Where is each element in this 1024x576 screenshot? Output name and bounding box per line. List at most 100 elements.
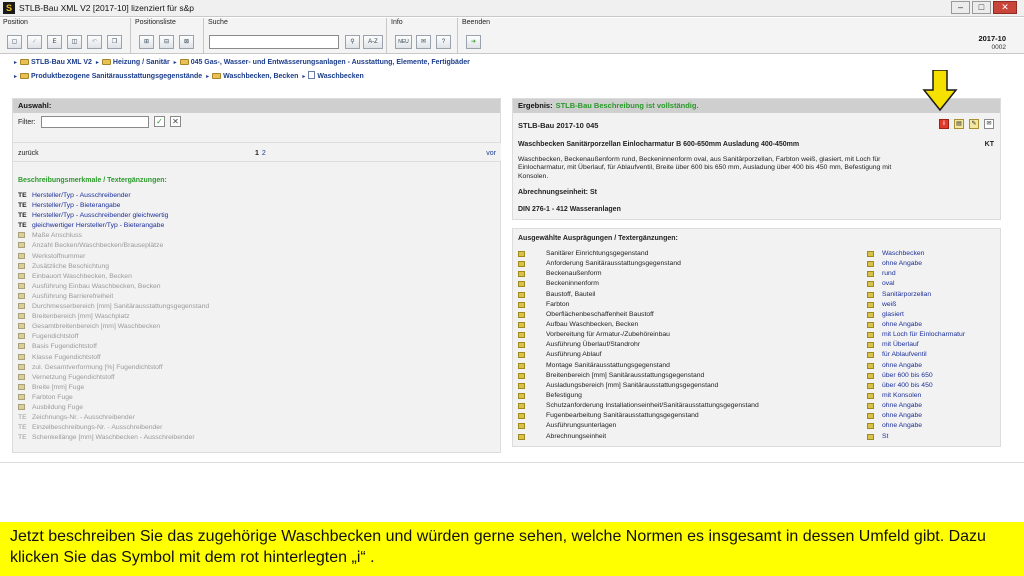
close-button[interactable]: ✕ (993, 1, 1017, 14)
edit-attribute-icon[interactable] (518, 251, 525, 257)
spec-value[interactable]: Sanitärporzellan (882, 290, 931, 300)
breadcrumb-item[interactable]: Waschbecken (317, 73, 363, 80)
spec-value[interactable]: mit Überlauf (882, 340, 919, 350)
edit-attribute-icon[interactable] (518, 271, 525, 278)
spec-value[interactable]: über 600 bis 650 (882, 371, 933, 381)
spec-value[interactable]: ohne Angabe (882, 411, 922, 421)
breadcrumb-item[interactable]: 045 Gas-, Wasser- und Entwässerungsanlag… (191, 59, 470, 66)
list-item[interactable]: Anzahl Becken/Waschbecken/Brauseplätze (18, 241, 498, 251)
edit-value-icon[interactable] (867, 392, 874, 399)
note-icon[interactable]: ▤ (954, 119, 964, 129)
edit-value-icon[interactable] (867, 413, 874, 420)
help-button[interactable]: ? (436, 35, 451, 49)
edit-attribute-icon[interactable] (518, 352, 525, 359)
list-item[interactable]: TE gleichwertiger Hersteller/Typ - Bieter… (18, 221, 498, 231)
edit-attribute-icon[interactable] (518, 261, 525, 268)
edit-attribute-icon[interactable] (518, 362, 525, 369)
list-item[interactable]: Ausführung Barrierefreiheit (18, 292, 498, 302)
search-input[interactable] (209, 35, 339, 49)
az-index-button[interactable]: A-Z (363, 35, 383, 49)
list-item[interactable]: Basis Fugendichtstoff (18, 342, 498, 352)
list-item[interactable]: Maße Anschluss (18, 231, 498, 241)
edit-attribute-icon[interactable] (518, 291, 525, 298)
edit-value-icon[interactable] (867, 261, 874, 268)
list-item[interactable]: Breite [mm] Fuge (18, 383, 498, 393)
spec-value[interactable]: Waschbecken (882, 249, 924, 259)
info-icon[interactable]: i (939, 119, 949, 129)
binoculars-icon[interactable]: ⚲ (345, 35, 360, 49)
edit-attribute-icon[interactable] (518, 413, 525, 420)
edit-value-icon[interactable] (867, 403, 874, 410)
breadcrumb-item[interactable]: Waschbecken, Becken (223, 73, 298, 80)
edit-value-icon[interactable] (867, 271, 874, 278)
spec-value[interactable]: ohne Angabe (882, 320, 922, 330)
clear-filter-button[interactable]: ✕ (170, 116, 181, 127)
edit-attribute-icon[interactable] (518, 372, 525, 379)
edit-value-icon[interactable] (867, 433, 874, 440)
edit-value-icon[interactable] (867, 291, 874, 298)
edit-attribute-icon[interactable] (518, 423, 525, 430)
edit-text-icon[interactable]: E (47, 35, 62, 49)
edit-value-icon[interactable] (867, 311, 874, 318)
spec-value[interactable]: über 400 bis 450 (882, 381, 933, 391)
edit-attribute-icon[interactable] (518, 321, 525, 328)
list-export-icon[interactable]: ⊟ (159, 35, 174, 49)
spec-value[interactable]: weiß (882, 300, 896, 310)
spec-value[interactable]: ohne Angabe (882, 421, 922, 431)
list-item[interactable]: Einbauort Waschbecken, Becken (18, 272, 498, 282)
edit-attribute-icon[interactable] (518, 403, 525, 410)
edit-value-icon[interactable] (867, 301, 874, 308)
edit-attribute-icon[interactable] (518, 311, 525, 318)
edit-icon[interactable]: ✎ (969, 119, 979, 129)
edit-attribute-icon[interactable] (518, 332, 525, 339)
list-item[interactable]: Vernetzung Fugendichtstoff (18, 373, 498, 383)
list-item[interactable]: TE Hersteller/Typ - Ausschreibender gleic… (18, 211, 498, 221)
list-item[interactable]: Durchmesserbereich [mm] Sanitärausstattu… (18, 302, 498, 312)
forward-link[interactable]: vor (486, 150, 496, 157)
mail-icon[interactable]: ✉ (984, 119, 994, 129)
breadcrumb-item[interactable]: STLB-Bau XML V2 (31, 59, 92, 66)
copy-icon[interactable]: ❐ (107, 35, 122, 49)
edit-attribute-icon[interactable] (518, 281, 525, 288)
spec-value[interactable]: St (882, 432, 888, 442)
list-item[interactable]: TE Einzelbeschreibungs-Nr. - Ausschreiben… (18, 423, 498, 433)
exit-icon[interactable]: ➔ (466, 35, 481, 49)
edit-attribute-icon[interactable] (518, 433, 525, 440)
back-link[interactable]: zurück (18, 150, 39, 157)
list-item[interactable]: Breitenbereich [mm] Waschplatz (18, 312, 498, 322)
list-item[interactable]: Fugendichtstoff (18, 332, 498, 342)
edit-value-icon[interactable] (867, 332, 874, 339)
edit-value-icon[interactable] (867, 281, 874, 288)
spec-value[interactable]: rund (882, 269, 896, 279)
undo-icon[interactable]: ↶ (87, 35, 102, 49)
edit-value-icon[interactable] (867, 382, 874, 389)
list-item[interactable]: Klasse Fugendichtstoff (18, 353, 498, 363)
edit-value-icon[interactable] (867, 251, 874, 257)
list-item[interactable]: Ausbildung Fuge (18, 403, 498, 413)
view-icon[interactable]: ◫ (67, 35, 82, 49)
spec-value[interactable]: oval (882, 279, 894, 289)
spec-value[interactable]: mit Loch für Einlocharmatur (882, 330, 965, 340)
mail-icon[interactable]: ✉ (416, 35, 431, 49)
edit-value-icon[interactable] (867, 352, 874, 359)
list-item[interactable]: Farbton Fuge (18, 393, 498, 403)
list-item[interactable]: zul. Gesamtverformung [%] Fugendichtstof… (18, 363, 498, 373)
list-item[interactable]: TE Hersteller/Typ - Ausschreibender (18, 191, 498, 201)
list-item[interactable]: Ausführung Einbau Waschbecken, Becken (18, 282, 498, 292)
edit-value-icon[interactable] (867, 362, 874, 369)
filter-input[interactable] (41, 116, 149, 128)
list-item[interactable]: TE Schenkellänge [mm] Waschbecken - Aussc… (18, 433, 498, 443)
spec-value[interactable]: mit Konsolen (882, 391, 921, 401)
list-item[interactable]: TE Zeichnungs-Nr. - Ausschreibender (18, 413, 498, 423)
page-link[interactable]: 2 (262, 150, 266, 157)
list-item[interactable]: Zusätzliche Beschichtung (18, 262, 498, 272)
maximize-button[interactable]: □ (972, 1, 991, 14)
edit-attribute-icon[interactable] (518, 342, 525, 349)
edit-attribute-icon[interactable] (518, 382, 525, 389)
new-button[interactable]: NEU (395, 35, 412, 49)
list-import-icon[interactable]: ⊞ (139, 35, 154, 49)
list-item[interactable]: TE Hersteller/Typ - Bieterangabe (18, 201, 498, 211)
edit-value-icon[interactable] (867, 423, 874, 430)
edit-value-icon[interactable] (867, 372, 874, 379)
list-item[interactable]: Werkstoffnummer (18, 252, 498, 262)
